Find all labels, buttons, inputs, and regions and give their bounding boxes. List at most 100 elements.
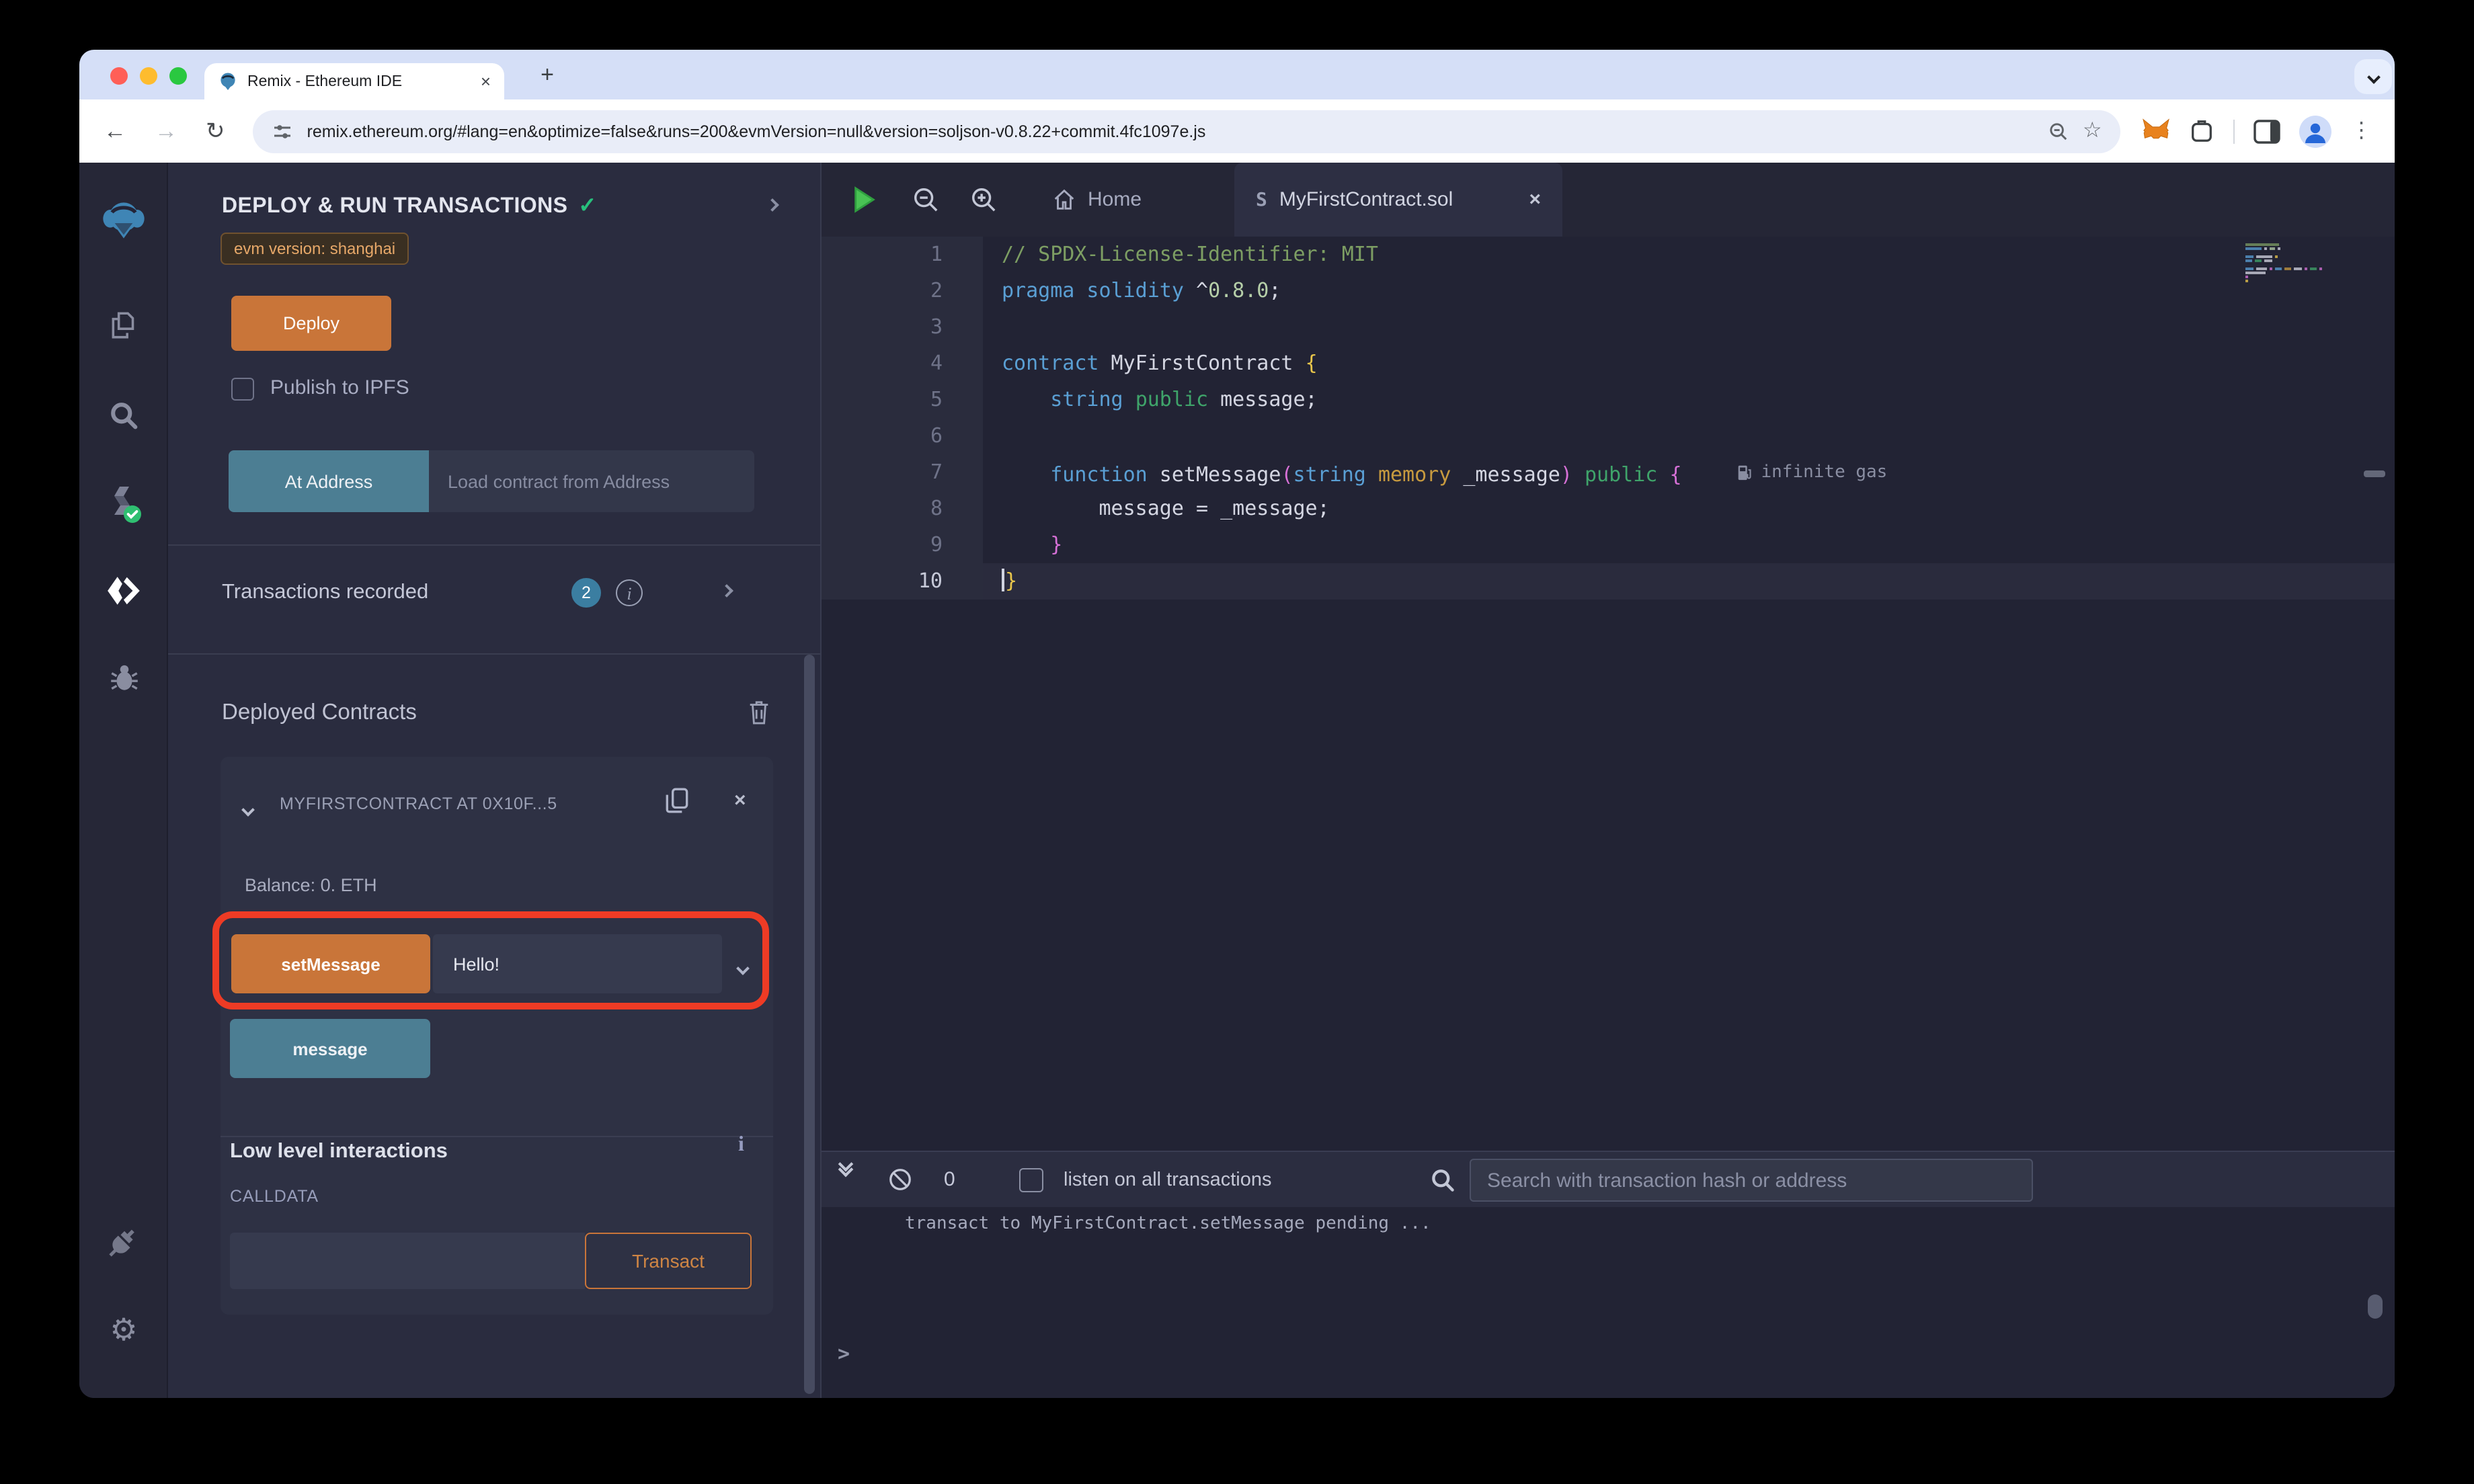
terminal-prompt[interactable]: > [838,1342,850,1366]
copy-icon[interactable] [664,786,690,821]
solidity-file-icon: S [1256,189,1267,210]
tab-myfirstcontract[interactable]: S MyFirstContract.sol × [1234,163,1562,237]
zoom-out-icon[interactable] [912,186,940,214]
line-number: 4 [822,345,983,382]
at-address-input[interactable] [429,450,754,512]
code-lines: 1// SPDX-License-Identifier: MIT 2 pragma … [822,237,2395,600]
tab-close-icon[interactable]: × [481,73,491,90]
chevron-down-icon [2366,70,2380,83]
line-number: 5 [822,382,983,418]
forward-button[interactable]: → [155,118,177,145]
setmessage-arg-input[interactable] [433,934,722,993]
contract-collapse-chevron-icon[interactable] [241,797,255,821]
low-level-info-icon[interactable]: i [738,1133,744,1157]
line-number: 10 [822,563,983,600]
code-line[interactable]: 1// SPDX-License-Identifier: MIT [822,237,2395,273]
panel-scrollbar[interactable] [804,655,815,1394]
search-icon[interactable] [79,398,168,433]
info-icon[interactable]: i [616,579,643,606]
home-icon [1054,189,1074,210]
deploy-run-icon[interactable] [79,574,168,608]
deployed-contracts-title: Deployed Contracts [222,700,417,725]
browser-window: Remix - Ethereum IDE × + ← → ↻ remix.eth… [79,50,2395,1398]
back-button[interactable]: ← [104,118,126,145]
code-line[interactable]: 2 pragma solidity ^0.8.0; [822,273,2395,309]
profile-avatar[interactable] [2299,115,2332,147]
minimize-window-button[interactable] [140,67,157,85]
metamask-icon[interactable] [2143,118,2171,144]
terminal-scrollbar[interactable] [2368,1294,2383,1319]
new-tab-button[interactable]: + [531,59,563,91]
tab-close-icon[interactable]: × [1529,188,1541,211]
transactions-recorded-label: Transactions recorded [222,581,429,604]
terminal-log[interactable]: transact to MyFirstContract.setMessage p… [822,1207,2395,1398]
extension-area: ⋮ [2143,115,2372,147]
debugger-icon[interactable] [79,661,168,695]
solidity-compiler-icon[interactable] [79,484,168,524]
panel-title: DEPLOY & RUN TRANSACTIONS ✓ [222,195,597,218]
tab-home[interactable]: Home [1051,187,1142,212]
run-script-icon[interactable] [851,186,877,214]
code-line[interactable]: 7 function setMessage(string memory _mes… [822,454,2395,491]
zoom-window-button[interactable] [169,67,187,85]
contract-close-icon[interactable]: × [734,789,746,812]
trash-icon[interactable] [746,698,772,733]
address-bar[interactable]: remix.ethereum.org/#lang=en&optimize=fal… [253,110,2121,153]
clear-console-icon[interactable] [887,1167,913,1199]
code-line[interactable]: 8 message = _message; [822,491,2395,527]
remix-favicon-icon [221,73,235,91]
code-line[interactable]: 4 contract MyFirstContract { [822,345,2395,382]
code-line[interactable]: 3 [822,309,2395,345]
divider [221,1136,773,1137]
setmessage-expand-chevron-icon[interactable] [736,956,750,980]
bookmark-star-icon[interactable]: ☆ [2083,120,2102,142]
terminal-search-input[interactable] [1470,1159,2033,1202]
toolbar-divider [2233,119,2235,143]
plugin-manager-icon[interactable] [79,1225,168,1260]
contract-title[interactable]: MYFIRSTCONTRACT AT 0X10F...5 [280,794,613,813]
listen-transactions-checkbox[interactable] [1019,1168,1043,1192]
deploy-button[interactable]: Deploy [231,296,391,351]
contract-balance: Balance: 0. ETH [245,875,377,895]
evm-version-badge: evm version: shanghai [221,233,409,265]
at-address-button[interactable]: At Address [229,450,429,512]
zoom-in-icon[interactable] [969,186,998,214]
remix-logo-icon[interactable] [79,199,168,242]
line-number: 9 [822,527,983,563]
tab-search-button[interactable] [2354,59,2392,94]
gas-estimate-note: infinite gas [1736,454,1887,491]
minimap[interactable] [2245,243,2372,284]
side-panel-icon[interactable] [2253,119,2281,143]
activity-bar: ⚙ [79,163,168,1398]
code-line[interactable]: 10} [822,563,2395,600]
setmessage-button[interactable]: setMessage [231,934,430,993]
url-text[interactable]: remix.ethereum.org/#lang=en&optimize=fal… [307,122,2034,140]
transactions-count-badge: 2 [571,578,601,608]
deploy-run-panel: DEPLOY & RUN TRANSACTIONS ✓ evm version: … [168,163,822,1398]
site-settings-icon[interactable] [272,120,294,142]
code-editor[interactable]: 1// SPDX-License-Identifier: MIT 2 pragma … [822,237,2395,1151]
reload-button[interactable]: ↻ [206,118,225,145]
browser-tab[interactable]: Remix - Ethereum IDE × [204,63,504,99]
extension-icon[interactable] [2190,118,2215,144]
menu-kebab-icon[interactable]: ⋮ [2351,120,2372,142]
panel-pin-chevron-icon[interactable] [766,198,779,212]
terminal-log-line: transact to MyFirstContract.setMessage p… [905,1214,1431,1234]
window-controls[interactable] [110,67,187,85]
code-line[interactable]: 6 [822,418,2395,454]
close-window-button[interactable] [110,67,128,85]
terminal-expand-icon[interactable] [838,1156,854,1178]
settings-gear-icon[interactable]: ⚙ [79,1314,168,1346]
code-line[interactable]: 5 string public message; [822,382,2395,418]
editor-area: Home S MyFirstContract.sol × 1// SPDX-Li… [822,163,2395,1398]
publish-ipfs-checkbox[interactable] [231,378,254,401]
file-explorer-icon[interactable] [79,309,168,343]
desktop: Remix - Ethereum IDE × + ← → ↻ remix.eth… [0,0,2474,1484]
editor-scroll-indicator[interactable] [2364,470,2385,477]
calldata-input[interactable] [230,1233,585,1289]
zoom-indicator-icon[interactable] [2048,120,2069,142]
transact-button[interactable]: Transact [585,1233,752,1289]
transactions-expand-chevron-icon[interactable] [720,584,733,597]
code-line[interactable]: 9 } [822,527,2395,563]
message-button[interactable]: message [230,1019,430,1078]
